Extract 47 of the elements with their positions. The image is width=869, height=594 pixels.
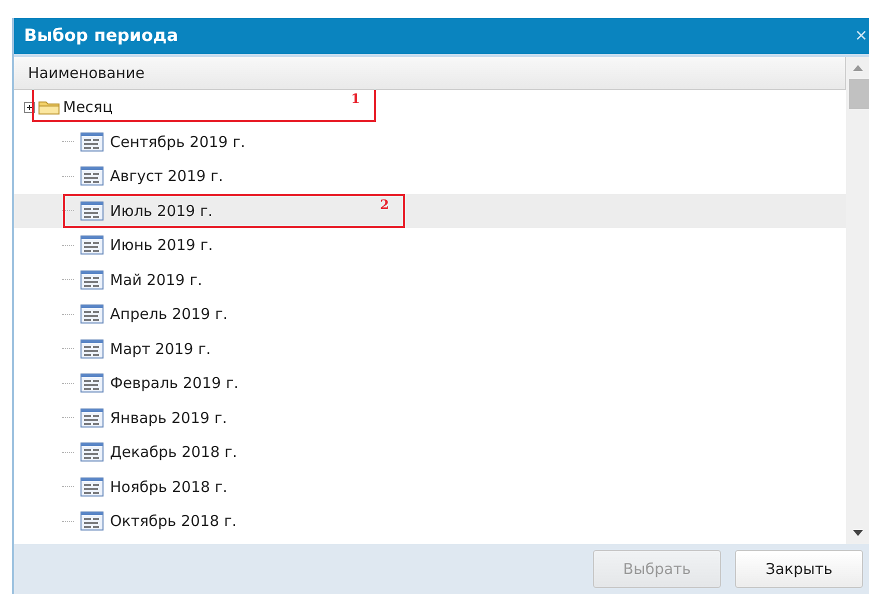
list-icon: [80, 270, 104, 290]
tree-row[interactable]: Октябрь 2018 г.: [14, 504, 846, 538]
tree-item-label: Август 2019 г.: [110, 167, 224, 186]
list-icon: [80, 235, 104, 256]
tree-item-label: Февраль 2019 г.: [110, 374, 238, 392]
tree-row[interactable]: Март 2019 г.: [14, 332, 846, 366]
list-icon: [80, 338, 104, 359]
list-icon: [80, 442, 104, 462]
list-icon: [80, 132, 104, 152]
tree-row[interactable]: Апрель 2019 г.: [14, 297, 846, 332]
tree-item-label: Июнь 2019 г.: [110, 236, 213, 254]
folder-icon: [38, 99, 60, 116]
tree-row[interactable]: Июль 2019 г. 2: [14, 194, 846, 228]
window-title: Выбор периода: [24, 26, 178, 46]
list-icon: [80, 373, 104, 394]
callout-number: 1: [350, 92, 360, 107]
tree-row[interactable]: Май 2019 г.: [14, 262, 846, 297]
scroll-down-icon[interactable]: [852, 530, 862, 536]
tree-item-label: Ноябрь 2018 г.: [110, 478, 228, 496]
list-icon: [80, 200, 104, 221]
scroll-thumb[interactable]: [849, 79, 869, 109]
scrollbar[interactable]: [846, 57, 869, 544]
tree-item-label: Сентябрь 2019 г.: [110, 132, 246, 151]
tree-item-label: Октябрь 2018 г.: [110, 512, 237, 530]
tree-item-label: Июль 2019 г.: [110, 202, 213, 220]
tree-row[interactable]: Январь 2019 г.: [14, 400, 846, 435]
tree-item-label: Январь 2019 г.: [110, 408, 227, 427]
callout-number: 2: [380, 198, 389, 212]
tree-item-label: Март 2019 г.: [110, 340, 211, 358]
tree-row[interactable]: Декабрь 2018 г.: [14, 435, 846, 470]
tree-item-label[interactable]: Месяц: [63, 98, 113, 116]
tree-row[interactable]: Август 2019 г.: [14, 159, 846, 194]
tree-item-label: Декабрь 2018 г.: [110, 443, 238, 462]
scroll-up-icon[interactable]: [852, 65, 862, 71]
tree-row[interactable]: Ноябрь 2018 г.: [14, 470, 846, 504]
tree-row[interactable]: Февраль 2019 г.: [14, 366, 846, 400]
list-icon: [80, 304, 104, 324]
dialog-button[interactable]: Закрыть: [735, 550, 863, 588]
list-icon: [80, 408, 104, 428]
list-icon: [80, 476, 104, 497]
tree-item-label: Апрель 2019 г.: [110, 305, 228, 324]
tree-item-label: Май 2019 г.: [110, 270, 202, 289]
list-icon: [80, 166, 104, 186]
list-icon: [80, 511, 104, 532]
column-header[interactable]: Наименование: [14, 57, 846, 90]
tree-row[interactable]: Июнь 2019 г.: [14, 228, 846, 262]
tree-row[interactable]: Сентябрь 2019 г.: [14, 124, 846, 159]
